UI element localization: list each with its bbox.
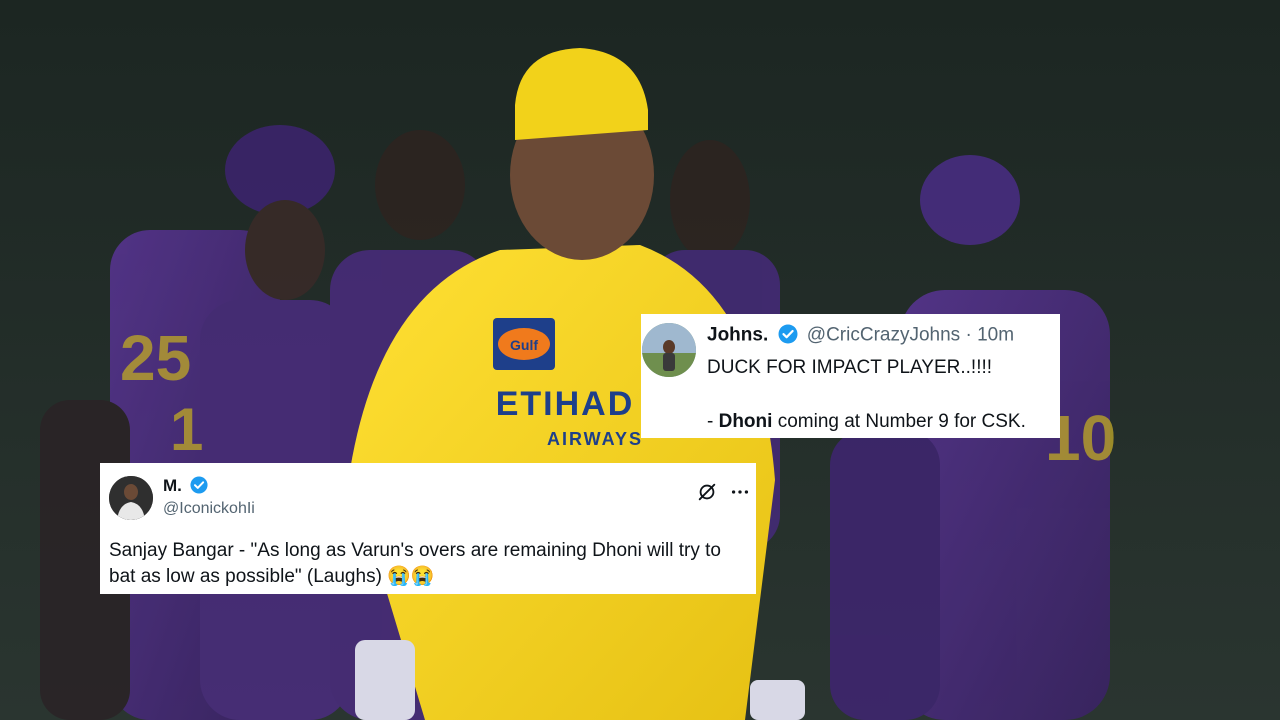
avatar[interactable] [642, 323, 696, 377]
tweet-text: Sanjay Bangar - "As long as Varun's over… [109, 540, 721, 587]
author-handle[interactable]: @IconickohIi [163, 500, 255, 518]
tweet-header: Johns. @CricCrazyJohns · 10m [707, 324, 1014, 347]
svg-text:1: 1 [170, 396, 203, 463]
author-name[interactable]: M. [163, 476, 182, 495]
svg-text:ETIHAD: ETIHAD [496, 385, 635, 423]
avatar[interactable] [109, 476, 153, 520]
line2-prefix: - [707, 411, 719, 432]
tweet-line-1: DUCK FOR IMPACT PLAYER..!!!! [707, 357, 993, 378]
separator: · [965, 324, 972, 346]
verified-badge-icon [190, 476, 208, 494]
svg-text:25: 25 [120, 322, 191, 394]
line2-bold: Dhoni [718, 411, 773, 432]
tweet-card-m[interactable]: M. @IconickohIi Sanjay Bangar - "As long… [100, 463, 756, 594]
background-photo: 25 1 10 Gulf ETIHAD AIRWAYS [0, 0, 1280, 720]
tweet-card-johns[interactable]: Johns. @CricCrazyJohns · 10m DUCK FOR IM… [641, 314, 1060, 438]
tweet-line-2: - Dhoni coming at Number 9 for CSK. [707, 411, 1026, 433]
line2-rest: coming at Number 9 for CSK. [772, 411, 1026, 432]
grok-icon[interactable] [696, 481, 718, 503]
svg-text:Gulf: Gulf [510, 337, 538, 353]
more-icon[interactable] [729, 481, 751, 503]
timestamp[interactable]: 10m [977, 325, 1014, 346]
tweet-header: M. [163, 476, 208, 497]
verified-badge-icon [778, 324, 798, 344]
author-handle[interactable]: @CricCrazyJohns [807, 325, 960, 346]
author-name[interactable]: Johns. [707, 325, 768, 346]
svg-text:AIRWAYS: AIRWAYS [547, 429, 643, 449]
